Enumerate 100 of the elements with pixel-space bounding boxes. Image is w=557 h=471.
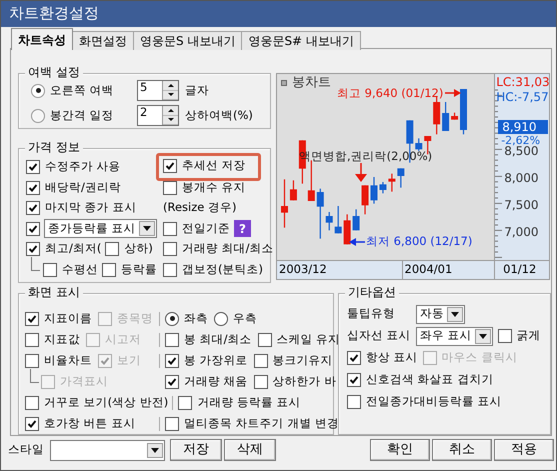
checkbox[interactable]: 등락률 [102,262,157,277]
checkmark-icon [167,356,177,366]
spin-buttons[interactable] [162,106,178,125]
tab[interactable]: 화면설정 [72,31,134,50]
checkmark-icon [28,224,38,234]
radio-button[interactable]: 봉간격 일정 [31,108,131,122]
checkbox[interactable]: 굵게 [498,329,541,343]
label: (Resize 경우) [163,201,236,216]
checkbox[interactable]: 호가창 버튼 표시 [25,416,136,430]
tab[interactable]: 영웅문S# 내보내기 [241,31,361,50]
checkbox[interactable]: 최고/최저( [26,242,102,256]
button[interactable]: 취소 [432,439,492,461]
square-icon [281,80,287,86]
candle [379,182,386,194]
candle [344,214,351,244]
candle [281,179,288,228]
style-label: 스타일 [8,443,44,457]
group-title: 여백 설정 [25,65,83,80]
checkbox[interactable]: 갭보정(분틱초) [163,262,263,277]
checkbox[interactable]: 멀티종목 차트주기 개별 변경 [165,416,339,430]
checkmark-icon [349,375,359,385]
checkmark-icon [28,182,38,193]
button[interactable]: 저장 [170,439,222,461]
button[interactable]: 삭제 [224,439,276,461]
candle [326,212,333,230]
checkbox[interactable]: 거래량 최대/최소 [163,242,274,256]
candle [316,188,324,239]
arrow-icon [445,89,461,97]
radio-indicator[interactable] [31,84,45,98]
axis-label: 7,000 [504,225,539,240]
checkbox[interactable]: 지표값 [25,332,80,346]
checkbox[interactable]: 거꾸로 보기(색상 반전) [25,396,168,410]
candle [442,102,450,131]
radio-button[interactable]: 오른쪽 여백 [31,84,131,98]
checkbox[interactable]: 수정주가 사용 [26,160,121,174]
checkmark-icon [28,203,38,214]
radio-button[interactable]: 좌측 [165,312,208,326]
help-button[interactable]: ? [234,220,251,238]
checkmark-icon [28,162,38,172]
lc-value: LC:31,03 [496,75,550,90]
checkbox[interactable]: 상하한가 바 [254,374,336,388]
button[interactable]: 적용 [494,439,554,461]
dropdown[interactable]: 자동 [416,304,465,324]
candle [352,209,360,230]
checkmark-icon [100,356,110,366]
checkbox[interactable]: 지표이름 [25,312,92,326]
checkbox[interactable] [26,222,40,236]
number-field[interactable]: 2 [137,105,179,126]
checkbox[interactable]: 수평선 [43,262,98,277]
checkmark-icon [27,418,37,428]
checkbox[interactable]: 전일기준 [163,222,230,236]
number-field[interactable]: 5 [137,80,179,101]
checkbox[interactable]: 거래량 등락률 표시 [178,396,301,410]
group-title: 가격 정보 [25,140,83,154]
checkbox[interactable]: 신호검색 화살표 겹치기 [347,373,494,387]
checkbox[interactable]: 봉 최대/최소 [165,332,252,346]
checkbox[interactable]: 스케일 유지 [258,332,340,346]
candle [451,112,458,120]
checkbox[interactable]: 봉 가장위로 [165,354,248,368]
tab[interactable]: 차트속성 [11,28,73,50]
candle [290,180,297,200]
radio-button[interactable]: 우측 [214,312,257,326]
unit-label: 글자 [185,84,209,98]
dropdown[interactable]: 종가등락률 표시 [44,219,157,238]
checkbox[interactable]: 봉크기유지 [254,354,333,368]
candle [460,89,467,134]
arrow-icon [355,163,367,182]
group-title: 기타옵션 [345,285,399,300]
radio-indicator[interactable] [31,108,45,122]
checkbox[interactable]: 비율차트 [25,354,92,368]
caret-icon [474,328,491,344]
window-title: 차트환경설정 [1,1,556,27]
dropdown[interactable] [50,440,165,460]
tab[interactable]: 영웅문S 내보내기 [133,31,242,50]
candle [370,177,378,204]
axis-label: 8,500 [504,144,539,158]
dropdown[interactable]: 좌우 표시 [416,326,493,346]
checkbox[interactable]: 봉개수 유지 [163,180,246,195]
unit-label: 상하여백(%) [185,108,253,122]
button[interactable]: 확인 [370,439,430,461]
hc-value: HC:-7,57 [496,90,549,104]
checkmark-icon [27,314,37,324]
candle [362,185,369,214]
group-title: 화면 표시 [25,285,83,300]
candle [334,206,342,234]
checkbox[interactable]: 상하) [105,242,153,256]
checkbox[interactable]: 전일종가대비등락률 표시 [347,395,502,409]
axis-label: 7,500 [504,198,539,212]
arrow-icon [349,238,365,246]
date-label: 2004/01 [402,261,494,279]
spin-buttons[interactable] [162,81,178,100]
high-price-note: 최고 9,640 (01/12) [337,87,444,101]
checkbox[interactable]: 항상 표시 [347,351,418,365]
checkbox[interactable]: 마지막 종가 표시 [26,201,136,216]
candle [397,168,404,188]
checkbox[interactable]: 추세선 저장 [163,159,246,174]
checkbox[interactable]: 거래량 채움 [165,374,248,388]
axis-label: 8,000 [504,171,539,186]
checkmark-icon [167,376,177,386]
checkbox[interactable]: 배당락/권리락 [26,180,121,195]
